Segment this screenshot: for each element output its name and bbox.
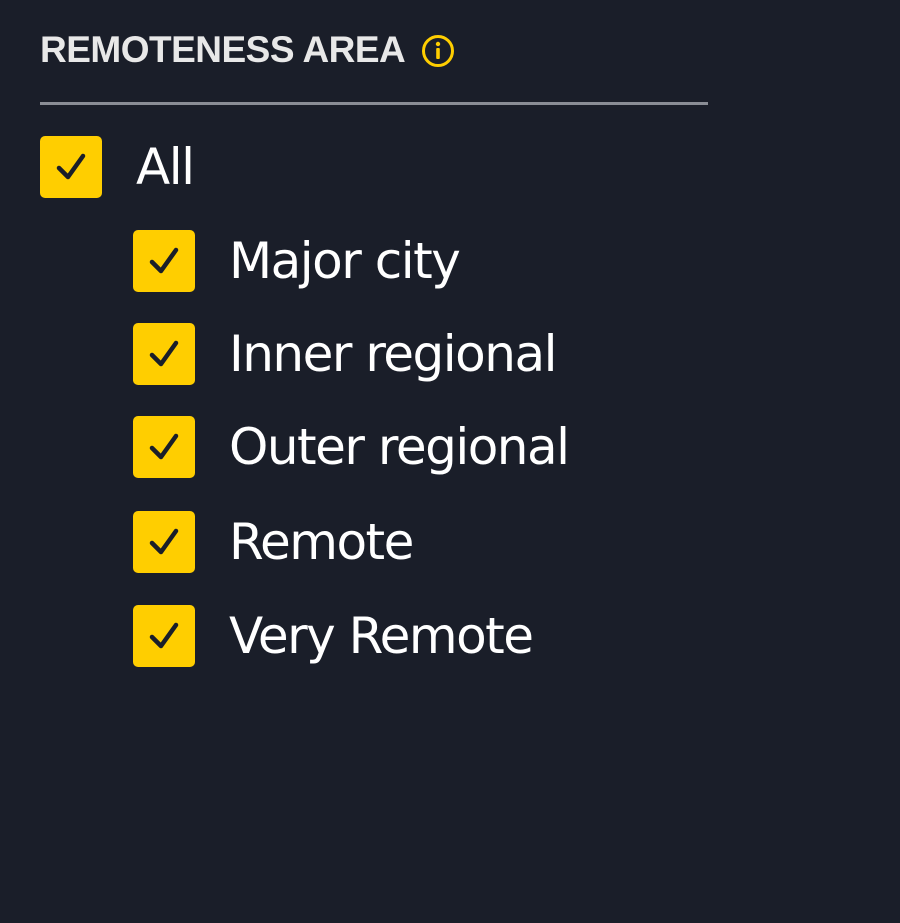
- remoteness-area-filter: REMOTENESS AREA: [40, 26, 708, 105]
- checkmark-icon: [149, 340, 179, 367]
- checkbox-remote[interactable]: [133, 511, 195, 573]
- option-very-remote[interactable]: Very Remote: [133, 605, 534, 667]
- checkmark-icon: [149, 247, 179, 274]
- option-outer-regional[interactable]: Outer regional: [133, 416, 570, 478]
- option-label-major-city: Major city: [229, 232, 461, 290]
- filter-header: REMOTENESS AREA: [40, 26, 708, 72]
- checkmark-icon: [149, 622, 179, 649]
- checkbox-inner-regional[interactable]: [133, 323, 195, 385]
- option-label-outer-regional: Outer regional: [229, 418, 570, 476]
- checkbox-major-city[interactable]: [133, 230, 195, 292]
- filter-title: REMOTENESS AREA: [40, 28, 406, 70]
- header-divider: [40, 102, 708, 105]
- checkbox-all[interactable]: [40, 136, 102, 198]
- option-all[interactable]: All: [40, 136, 195, 198]
- option-remote[interactable]: Remote: [133, 511, 414, 573]
- option-label-all: All: [136, 138, 195, 196]
- checkmark-icon: [149, 433, 179, 460]
- option-major-city[interactable]: Major city: [133, 230, 461, 292]
- option-label-inner-regional: Inner regional: [229, 325, 558, 383]
- checkmark-icon: [56, 153, 86, 180]
- option-label-very-remote: Very Remote: [229, 607, 534, 665]
- option-inner-regional[interactable]: Inner regional: [133, 323, 558, 385]
- option-label-remote: Remote: [229, 513, 414, 571]
- checkbox-very-remote[interactable]: [133, 605, 195, 667]
- checkbox-outer-regional[interactable]: [133, 416, 195, 478]
- checkmark-icon: [149, 528, 179, 555]
- info-circle-icon[interactable]: [421, 34, 455, 68]
